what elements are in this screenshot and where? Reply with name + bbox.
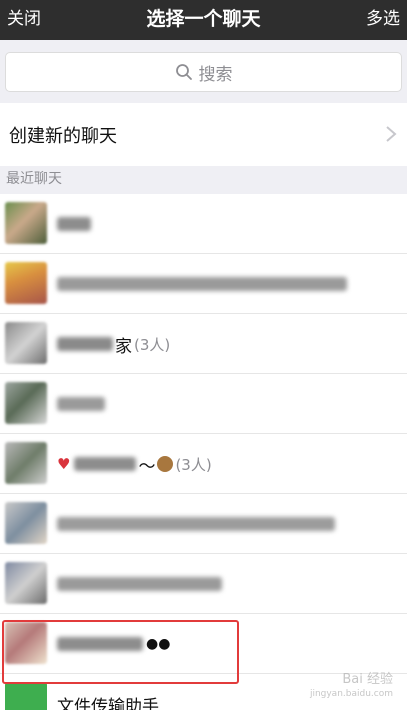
- chat-name-suffix: 家: [115, 336, 132, 357]
- chat-name-suffix: ～: [138, 456, 156, 477]
- watermark: Bai 经验 jingyan.baidu.com: [310, 672, 393, 702]
- search-placeholder: 搜索: [198, 64, 233, 85]
- avatar: [5, 202, 47, 244]
- chat-name: [57, 272, 347, 296]
- chat-name-label: 文件传输助手: [57, 696, 159, 710]
- search-input[interactable]: 搜索: [5, 52, 402, 92]
- avatar: [5, 442, 47, 484]
- avatar: [5, 502, 47, 544]
- chat-name: 家 (3人): [57, 332, 171, 357]
- chat-item[interactable]: ●●: [0, 614, 407, 674]
- create-new-chat-row[interactable]: 创建新的聊天: [0, 105, 407, 164]
- chat-item[interactable]: 家 (3人): [0, 314, 407, 374]
- recent-chats-header: 最近聊天: [0, 166, 407, 194]
- watermark-subtext: jingyan.baidu.com: [309, 689, 393, 699]
- member-count: (3人): [134, 335, 171, 354]
- obscured-text: [57, 337, 113, 351]
- file-transfer-icon: [5, 682, 47, 710]
- eyes-emoji-icon: ●●: [146, 636, 171, 652]
- watermark-text: Bai 经验: [342, 672, 393, 687]
- obscured-text: [57, 577, 222, 591]
- chat-item[interactable]: [0, 194, 407, 254]
- chat-name: 文件传输助手: [57, 692, 159, 710]
- chat-item[interactable]: [0, 494, 407, 554]
- obscured-text: [57, 517, 335, 531]
- chat-item[interactable]: [0, 554, 407, 614]
- navigation-bar: 关闭 选择一个聊天 多选: [0, 0, 407, 40]
- chat-name: [57, 392, 105, 416]
- obscured-text: [57, 217, 91, 231]
- monkey-emoji-icon: [157, 456, 174, 472]
- chat-name: [57, 212, 91, 236]
- chevron-right-icon: [385, 125, 397, 143]
- avatar: [5, 322, 47, 364]
- recent-chat-list: 家 (3人) ♥ ～ (3人) ●● 文件传输助手: [0, 194, 407, 710]
- chat-name: ♥ ～ (3人): [57, 452, 212, 477]
- obscured-text: [57, 277, 347, 291]
- multi-select-button[interactable]: 多选: [366, 0, 400, 40]
- close-button[interactable]: 关闭: [7, 0, 41, 40]
- search-area: 搜索: [0, 40, 407, 103]
- search-icon: [175, 63, 193, 81]
- create-new-chat-label: 创建新的聊天: [9, 125, 117, 147]
- obscured-text: [74, 457, 137, 471]
- chat-name: [57, 512, 335, 536]
- avatar: [5, 262, 47, 304]
- avatar: [5, 562, 47, 604]
- chat-item[interactable]: [0, 254, 407, 314]
- avatar: [5, 622, 47, 664]
- page-title: 选择一个聊天: [146, 8, 261, 30]
- avatar: [5, 382, 47, 424]
- heart-icon: ♥: [57, 455, 71, 473]
- chat-name: ●●: [57, 632, 170, 656]
- chat-item[interactable]: [0, 374, 407, 434]
- chat-name: [57, 572, 222, 596]
- obscured-text: [57, 637, 143, 651]
- obscured-text: [57, 397, 105, 411]
- member-count: (3人): [175, 455, 212, 474]
- chat-item[interactable]: ♥ ～ (3人): [0, 434, 407, 494]
